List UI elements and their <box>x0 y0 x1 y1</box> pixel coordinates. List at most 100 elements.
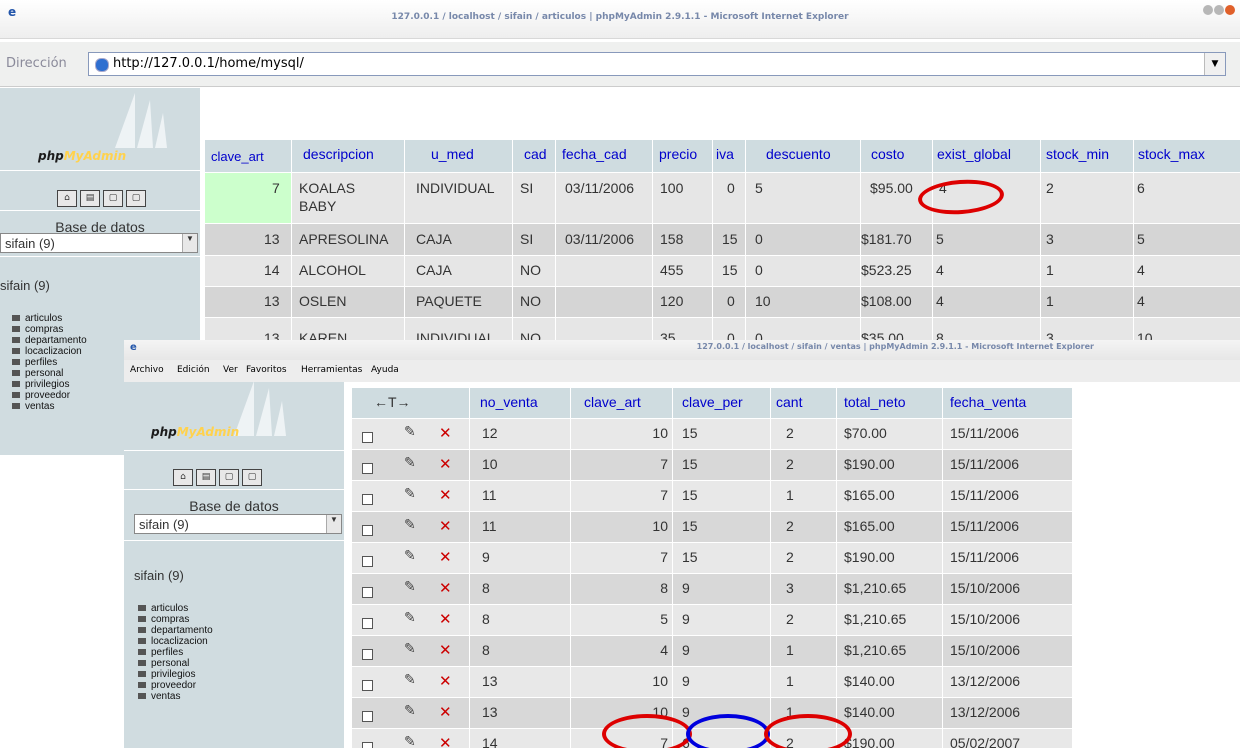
table-link-articulos[interactable]: articulos <box>12 313 87 324</box>
delete-x-icon[interactable]: ✕ <box>439 455 452 473</box>
edit-pencil-icon[interactable]: ✎ <box>404 672 416 688</box>
delete-x-icon[interactable]: ✕ <box>439 641 452 659</box>
home-icon[interactable]: ⌂ <box>57 190 77 207</box>
table-link-departamento[interactable]: departamento <box>12 335 87 346</box>
table-row[interactable] <box>205 287 1240 317</box>
maximize-icon[interactable] <box>1214 5 1224 15</box>
row-checkbox[interactable] <box>362 738 373 748</box>
col-header-stock-max[interactable]: stock_max <box>1138 146 1205 162</box>
delete-x-icon[interactable]: ✕ <box>439 672 452 690</box>
edit-pencil-icon[interactable]: ✎ <box>404 517 416 533</box>
col-header-descuento[interactable]: descuento <box>766 146 831 162</box>
col-header-no-venta[interactable]: no_venta <box>480 394 538 410</box>
table-link-departamento[interactable]: departamento <box>138 625 213 636</box>
menu-archivo[interactable]: Archivo <box>130 365 164 375</box>
column-nav-arrows[interactable]: ←T→ <box>374 394 411 410</box>
window-controls[interactable] <box>1202 0 1238 15</box>
edit-pencil-icon[interactable]: ✎ <box>404 548 416 564</box>
col-header-cant[interactable]: cant <box>776 394 802 410</box>
menu-ayuda[interactable]: Ayuda <box>371 365 399 375</box>
minimize-icon[interactable] <box>1203 5 1213 15</box>
menu-edicion[interactable]: Edición <box>177 365 210 375</box>
edit-pencil-icon[interactable]: ✎ <box>404 734 416 748</box>
col-header-costo[interactable]: costo <box>871 146 904 162</box>
col-header-clave-art[interactable]: clave_art <box>211 149 264 164</box>
row-checkbox[interactable] <box>362 428 373 447</box>
table-link-ventas[interactable]: ventas <box>138 691 213 702</box>
table-link-ventas[interactable]: ventas <box>12 401 87 412</box>
col-header-exist-global[interactable]: exist_global <box>937 146 1011 162</box>
edit-pencil-icon[interactable]: ✎ <box>404 703 416 719</box>
table-link-compras[interactable]: compras <box>138 614 213 625</box>
query-window-icon[interactable]: ▢ <box>219 469 239 486</box>
col-header-u-med[interactable]: u_med <box>431 146 474 162</box>
chevron-down-icon[interactable]: ▼ <box>182 234 197 252</box>
row-checkbox[interactable] <box>362 645 373 664</box>
database-select[interactable]: sifain (9) ▼ <box>0 233 198 253</box>
sql-icon[interactable]: ▤ <box>196 469 216 486</box>
phpmyadmin-logo[interactable]: phpMyAdmin <box>38 149 126 163</box>
query-window-icon[interactable]: ▢ <box>103 190 123 207</box>
table-link-proveedor[interactable]: proveedor <box>138 680 213 691</box>
delete-x-icon[interactable]: ✕ <box>439 703 452 721</box>
docs-icon[interactable]: ▢ <box>242 469 262 486</box>
table-link-locaclizacion[interactable]: locaclizacion <box>138 636 213 647</box>
table-row[interactable] <box>205 173 1240 223</box>
home-icon[interactable]: ⌂ <box>173 469 193 486</box>
edit-pencil-icon[interactable]: ✎ <box>404 486 416 502</box>
chevron-down-icon[interactable]: ▼ <box>326 515 341 533</box>
delete-x-icon[interactable]: ✕ <box>439 424 452 442</box>
edit-pencil-icon[interactable]: ✎ <box>404 641 416 657</box>
address-input[interactable]: http://127.0.0.1/home/mysql/ ▼ <box>88 52 1226 76</box>
table-link-perfiles[interactable]: perfiles <box>12 357 87 368</box>
delete-x-icon[interactable]: ✕ <box>439 610 452 628</box>
col-header-clave-art[interactable]: clave_art <box>584 394 641 410</box>
table-link-privilegios[interactable]: privilegios <box>138 669 213 680</box>
delete-x-icon[interactable]: ✕ <box>439 548 452 566</box>
col-header-iva[interactable]: iva <box>716 146 734 162</box>
row-checkbox[interactable] <box>362 459 373 478</box>
col-header-descripcion[interactable]: descripcion <box>303 146 374 162</box>
close-icon[interactable] <box>1225 5 1235 15</box>
table-link-personal[interactable]: personal <box>138 658 213 669</box>
row-checkbox[interactable] <box>362 676 373 695</box>
row-checkbox[interactable] <box>362 583 373 602</box>
database-select[interactable]: sifain (9) ▼ <box>134 514 342 534</box>
edit-pencil-icon[interactable]: ✎ <box>404 424 416 440</box>
menu-herramientas[interactable]: Herramientas <box>301 365 362 375</box>
table-link-proveedor[interactable]: proveedor <box>12 390 87 401</box>
row-checkbox[interactable] <box>362 707 373 726</box>
cell-cant: 2 <box>786 518 794 534</box>
chevron-down-icon[interactable]: ▼ <box>1204 53 1225 75</box>
table-link-articulos[interactable]: articulos <box>138 603 213 614</box>
edit-pencil-icon[interactable]: ✎ <box>404 579 416 595</box>
table-link-compras[interactable]: compras <box>12 324 87 335</box>
docs-icon[interactable]: ▢ <box>126 190 146 207</box>
delete-x-icon[interactable]: ✕ <box>439 517 452 535</box>
menu-favoritos[interactable]: Favoritos <box>246 365 287 375</box>
cell-total-neto: $1,210.65 <box>844 580 907 596</box>
phpmyadmin-logo[interactable]: phpMyAdmin <box>151 425 239 439</box>
col-header-clave-per[interactable]: clave_per <box>682 394 743 410</box>
delete-x-icon[interactable]: ✕ <box>439 734 452 748</box>
edit-pencil-icon[interactable]: ✎ <box>404 455 416 471</box>
edit-pencil-icon[interactable]: ✎ <box>404 610 416 626</box>
col-header-total-neto[interactable]: total_neto <box>844 394 906 410</box>
row-checkbox[interactable] <box>362 490 373 509</box>
col-header-fecha-cad[interactable]: fecha_cad <box>562 146 627 162</box>
menu-ver[interactable]: Ver <box>223 365 238 375</box>
col-header-precio[interactable]: precio <box>659 146 697 162</box>
row-checkbox[interactable] <box>362 614 373 633</box>
sql-icon[interactable]: ▤ <box>80 190 100 207</box>
table-link-personal[interactable]: personal <box>12 368 87 379</box>
table-link-locaclizacion[interactable]: locaclizacion <box>12 346 87 357</box>
delete-x-icon[interactable]: ✕ <box>439 579 452 597</box>
col-header-stock-min[interactable]: stock_min <box>1046 146 1109 162</box>
row-checkbox[interactable] <box>362 552 373 571</box>
row-checkbox[interactable] <box>362 521 373 540</box>
table-link-perfiles[interactable]: perfiles <box>138 647 213 658</box>
col-header-fecha-venta[interactable]: fecha_venta <box>950 394 1026 410</box>
delete-x-icon[interactable]: ✕ <box>439 486 452 504</box>
col-header-cad[interactable]: cad <box>524 146 547 162</box>
table-link-privilegios[interactable]: privilegios <box>12 379 87 390</box>
